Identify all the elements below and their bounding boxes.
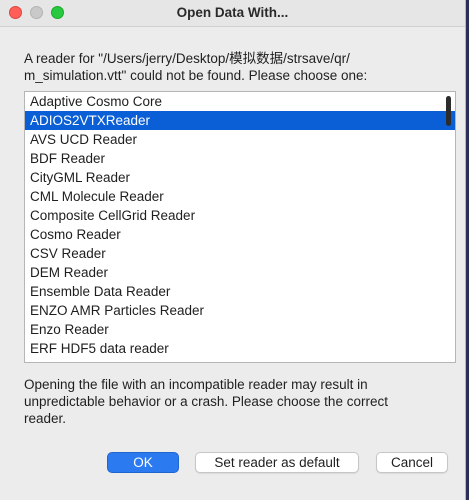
reader-list-item[interactable]: CSV Reader	[25, 244, 455, 263]
window-title: Open Data With...	[176, 5, 289, 20]
reader-list-item[interactable]: Enzo Reader	[25, 320, 455, 339]
reader-list-item[interactable]: CityGML Reader	[25, 168, 455, 187]
reader-list[interactable]: Adaptive Cosmo Core ADIOS2VTXReader AVS UC…	[24, 91, 456, 363]
reader-list-item[interactable]: ENZO AMR Particles Reader	[25, 301, 455, 320]
reader-list-item[interactable]: Ensemble Data Reader	[25, 282, 455, 301]
title-bar: Open Data With...	[0, 0, 465, 27]
set-reader-as-default-button[interactable]: Set reader as default	[195, 452, 359, 473]
open-data-with-dialog: Open Data With... A reader for "/Users/j…	[0, 0, 466, 500]
ok-button[interactable]: OK	[107, 452, 179, 473]
reader-list-item[interactable]: CML Molecule Reader	[25, 187, 455, 206]
dialog-buttons: OK Set reader as default Cancel	[0, 452, 465, 474]
reader-list-item[interactable]: ADIOS2VTXReader	[25, 111, 455, 130]
cancel-button[interactable]: Cancel	[376, 452, 448, 473]
reader-list-item[interactable]: BDF Reader	[25, 149, 455, 168]
warning-line-2: unpredictable behavior or a crash. Pleas…	[24, 394, 388, 409]
list-scrollbar[interactable]	[446, 96, 451, 126]
warning-line-1: Opening the file with an incompatible re…	[24, 377, 368, 392]
message-line-1: A reader for "/Users/jerry/Desktop/模拟数据/…	[24, 51, 350, 66]
reader-not-found-message: A reader for "/Users/jerry/Desktop/模拟数据/…	[24, 50, 444, 84]
reader-list-item[interactable]: AVS UCD Reader	[25, 130, 455, 149]
incompatible-reader-warning: Opening the file with an incompatible re…	[24, 376, 444, 427]
reader-list-item[interactable]: Adaptive Cosmo Core	[25, 92, 455, 111]
reader-list-item[interactable]: Cosmo Reader	[25, 225, 455, 244]
reader-list-item[interactable]: ERF HDF5 data reader	[25, 339, 455, 358]
message-line-2: m_simulation.vtt" could not be found. Pl…	[24, 68, 368, 83]
reader-list-item[interactable]: Composite CellGrid Reader	[25, 206, 455, 225]
warning-line-3: reader.	[24, 411, 67, 426]
reader-list-item[interactable]: DEM Reader	[25, 263, 455, 282]
